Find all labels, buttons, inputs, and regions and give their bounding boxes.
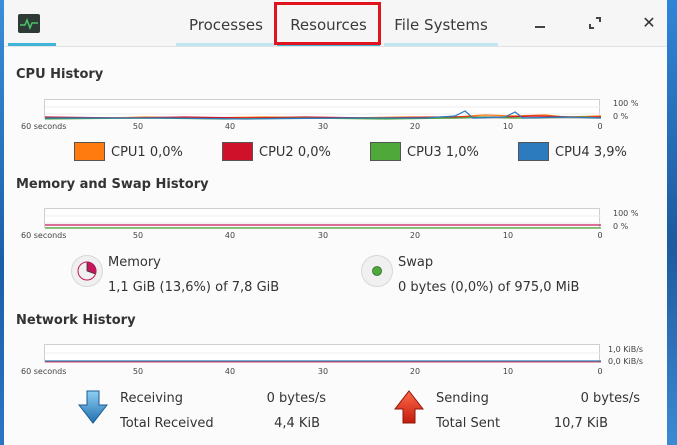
memory-pie-icon[interactable] [71, 255, 103, 287]
swap-value: 0 bytes (0,0%) of 975,0 MiB [398, 280, 580, 295]
total-received-value: 4,4 KiB [274, 416, 320, 431]
cpu1-label: CPU1 [111, 145, 146, 160]
cpu2-color-swatch[interactable] [222, 142, 253, 161]
swap-pie-icon[interactable] [361, 255, 393, 287]
cpu1-color-swatch[interactable] [74, 142, 105, 161]
cpu-history-graph [44, 99, 601, 120]
cpu3-legend: CPU3 1,0% [407, 145, 479, 160]
receiving-value: 0 bytes/s [266, 391, 326, 406]
receiving-label: Receiving [120, 391, 184, 406]
memory-value: 1,1 GiB (13,6%) of 7,8 GiB [108, 280, 280, 295]
app-icon-indicator [8, 43, 56, 46]
network-tick-label: 0 [597, 367, 603, 376]
system-monitor-app-icon [18, 14, 40, 33]
cpu-tick-label: 40 [224, 122, 236, 131]
network-tick-label: 50 [132, 367, 144, 376]
desktop-edge-right [667, 0, 677, 445]
close-icon[interactable]: ✕ [640, 14, 658, 32]
cpu3-color-swatch[interactable] [370, 142, 401, 161]
cpu3-value: 1,0% [445, 145, 479, 160]
memory-tick-label: 40 [224, 231, 236, 240]
memory-percent-bottom: 0 % [613, 222, 629, 231]
cpu-history-title: CPU History [16, 67, 104, 82]
cpu1-value: 0,0% [149, 145, 183, 160]
maximize-icon[interactable] [586, 14, 604, 32]
cpu1-legend: CPU1 0,0% [111, 145, 183, 160]
receiving-arrow-icon[interactable] [77, 390, 109, 428]
cpu2-legend: CPU2 0,0% [259, 145, 331, 160]
tab-file-systems-label: File Systems [394, 16, 488, 34]
cpu-tick-label: 60 seconds [21, 122, 67, 131]
cpu-tick-label: 0 [597, 122, 603, 131]
cpu-history-lines [45, 106, 601, 120]
tab-file-systems[interactable]: File Systems [384, 0, 498, 47]
network-history-lines [45, 352, 601, 363]
memory-history-graph [44, 208, 601, 229]
tab-processes-label: Processes [189, 16, 263, 34]
network-tick-label: 20 [409, 367, 421, 376]
cpu4-label: CPU4 [555, 145, 590, 160]
cpu2-value: 0,0% [297, 145, 331, 160]
minimize-icon[interactable] [531, 14, 549, 32]
memory-percent-top: 100 % [613, 209, 639, 218]
total-sent-value: 10,7 KiB [553, 416, 608, 431]
network-tick-label: 40 [224, 367, 236, 376]
sending-arrow-icon[interactable] [393, 390, 425, 428]
memory-history-lines [45, 215, 601, 229]
cpu-percent-bottom: 0 % [613, 112, 629, 121]
memory-tick-label: 50 [132, 231, 144, 240]
system-monitor-window: Processes Resources File Systems ✕ CPU H… [4, 0, 667, 445]
memory-label: Memory [108, 255, 161, 270]
cpu4-value: 3,9% [593, 145, 627, 160]
cpu-tick-label: 10 [502, 122, 514, 131]
sending-label: Sending [436, 391, 489, 406]
memory-tick-label: 10 [502, 231, 514, 240]
network-history-graph [44, 344, 601, 363]
memory-tick-label: 20 [409, 231, 421, 240]
total-sent-label: Total Sent [436, 416, 501, 431]
network-rate-top: 1,0 KiB/s [608, 345, 644, 354]
sending-value: 0 bytes/s [580, 391, 640, 406]
memory-history-title: Memory and Swap History [16, 177, 209, 192]
memory-tick-label: 60 seconds [21, 231, 67, 240]
cpu2-label: CPU2 [259, 145, 294, 160]
network-tick-label: 60 seconds [21, 367, 67, 376]
cpu3-label: CPU3 [407, 145, 442, 160]
tab-processes[interactable]: Processes [176, 0, 276, 47]
cpu-percent-top: 100 % [613, 99, 639, 108]
cpu-tick-label: 20 [409, 122, 421, 131]
tab-file-systems-underline [384, 43, 498, 46]
network-tick-label: 10 [502, 367, 514, 376]
cpu4-color-swatch[interactable] [518, 142, 549, 161]
header-bar: Processes Resources File Systems ✕ [4, 0, 667, 47]
tab-processes-underline [176, 43, 276, 46]
cpu-tick-label: 50 [132, 122, 144, 131]
network-rate-bottom: 0,0 KiB/s [608, 357, 644, 366]
memory-tick-label: 30 [317, 231, 329, 240]
cpu-tick-label: 30 [317, 122, 329, 131]
resources-tab-highlight [274, 2, 381, 45]
network-tick-label: 30 [317, 367, 329, 376]
swap-label: Swap [398, 255, 434, 270]
total-received-label: Total Received [120, 416, 214, 431]
cpu4-legend: CPU4 3,9% [555, 145, 627, 160]
memory-tick-label: 0 [597, 231, 603, 240]
network-history-title: Network History [16, 313, 136, 328]
